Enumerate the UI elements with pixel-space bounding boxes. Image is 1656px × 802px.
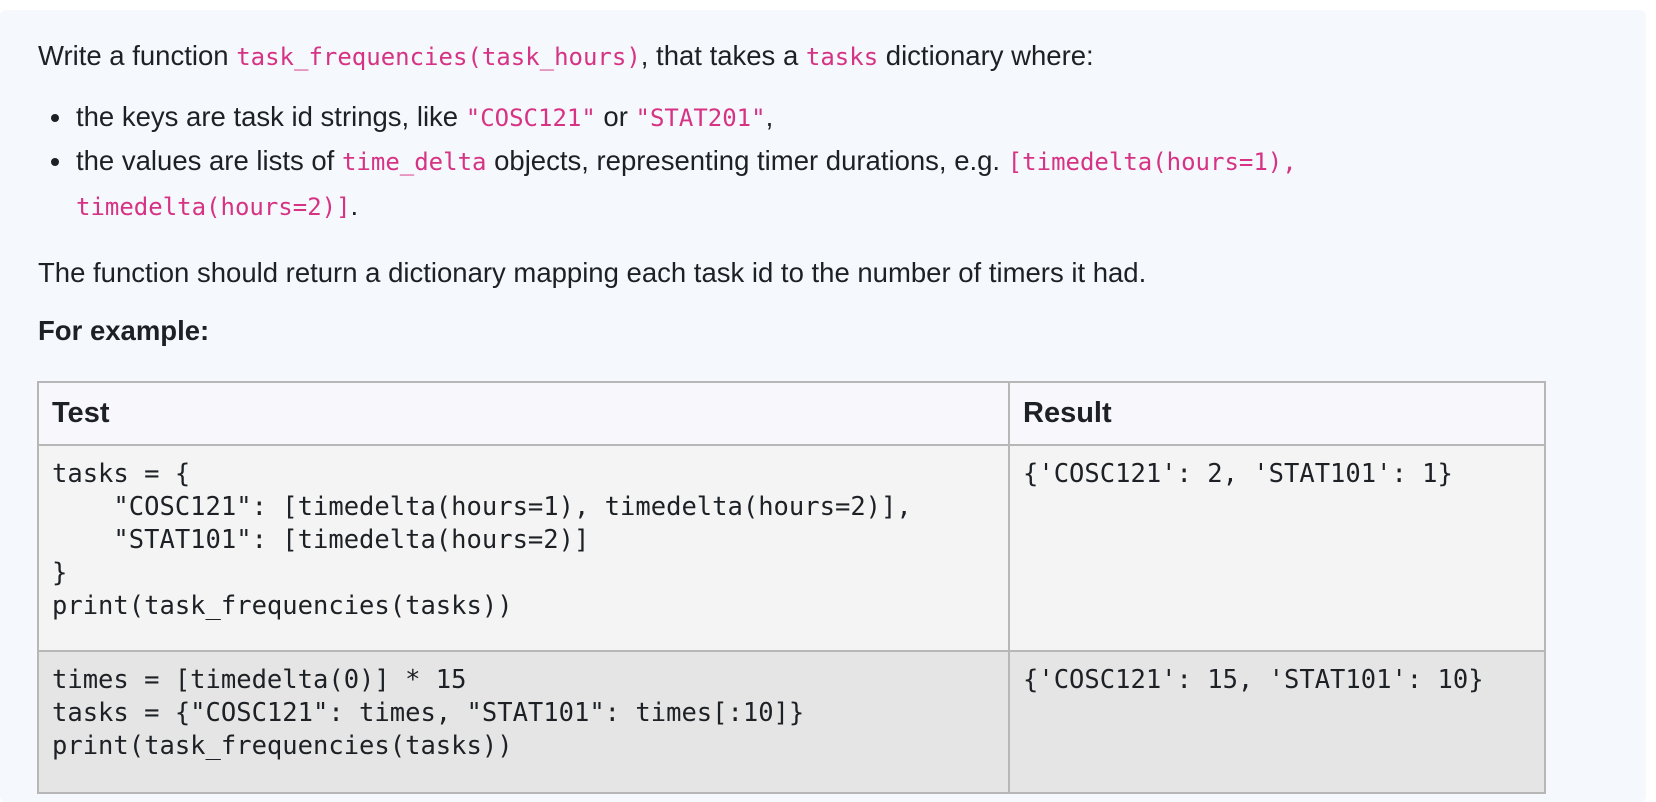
test-cell: times = [timedelta(0)] * 15 tasks = {"CO… (37, 650, 1010, 794)
test-code: tasks = { "COSC121": [timedelta(hours=1)… (52, 459, 912, 621)
result-cell: {'COSC121': 2, 'STAT101': 1} (1008, 444, 1546, 652)
table-header-row: Test Result (37, 381, 1546, 446)
question-panel: Write a function task_frequencies(task_h… (0, 10, 1646, 802)
inline-code: "COSC121" (465, 104, 596, 132)
intro-text-1: Write a function (38, 40, 237, 71)
list-item: the keys are task id strings, like "COSC… (38, 100, 1297, 144)
table-row: tasks = { "COSC121": [timedelta(hours=1)… (37, 444, 1546, 652)
table-row: times = [timedelta(0)] * 15 tasks = {"CO… (37, 650, 1546, 794)
result-code: {'COSC121': 2, 'STAT101': 1} (1023, 459, 1453, 489)
inline-code: [timedelta(hours=1), (1007, 148, 1297, 176)
intro-text-3: dictionary where: (878, 40, 1094, 71)
result-code: {'COSC121': 15, 'STAT101': 10} (1023, 665, 1484, 695)
inline-code: time_delta (341, 148, 487, 176)
bullet-text: . (350, 190, 359, 221)
examples-table: Test Result tasks = { "COSC121": [timede… (37, 381, 1546, 794)
bullet-text: , (765, 101, 774, 132)
header-test: Test (37, 381, 1010, 446)
requirements-list: the keys are task id strings, like "COSC… (38, 100, 1297, 234)
test-cell: tasks = { "COSC121": [timedelta(hours=1)… (37, 444, 1010, 652)
result-cell: {'COSC121': 15, 'STAT101': 10} (1008, 650, 1546, 794)
tasks-keyword: tasks (805, 43, 879, 71)
test-code: times = [timedelta(0)] * 15 tasks = {"CO… (52, 665, 805, 761)
inline-code: timedelta(hours=2)] (76, 193, 351, 221)
bullet-text: the keys are task id strings, like (76, 101, 466, 132)
intro-paragraph: Write a function task_frequencies(task_h… (38, 39, 1094, 74)
return-description: The function should return a dictionary … (38, 257, 1147, 288)
bullet-text: or (595, 101, 636, 132)
intro-text-2: , that takes a (640, 40, 806, 71)
bullet-text: objects, representing timer durations, e… (486, 145, 1008, 176)
header-result: Result (1008, 381, 1546, 446)
function-signature: task_frequencies(task_hours) (236, 43, 641, 71)
list-item: the values are lists of time_delta objec… (38, 144, 1297, 234)
example-heading: For example: (38, 315, 210, 346)
inline-code: "STAT201" (635, 104, 766, 132)
bullet-text: the values are lists of (76, 145, 342, 176)
